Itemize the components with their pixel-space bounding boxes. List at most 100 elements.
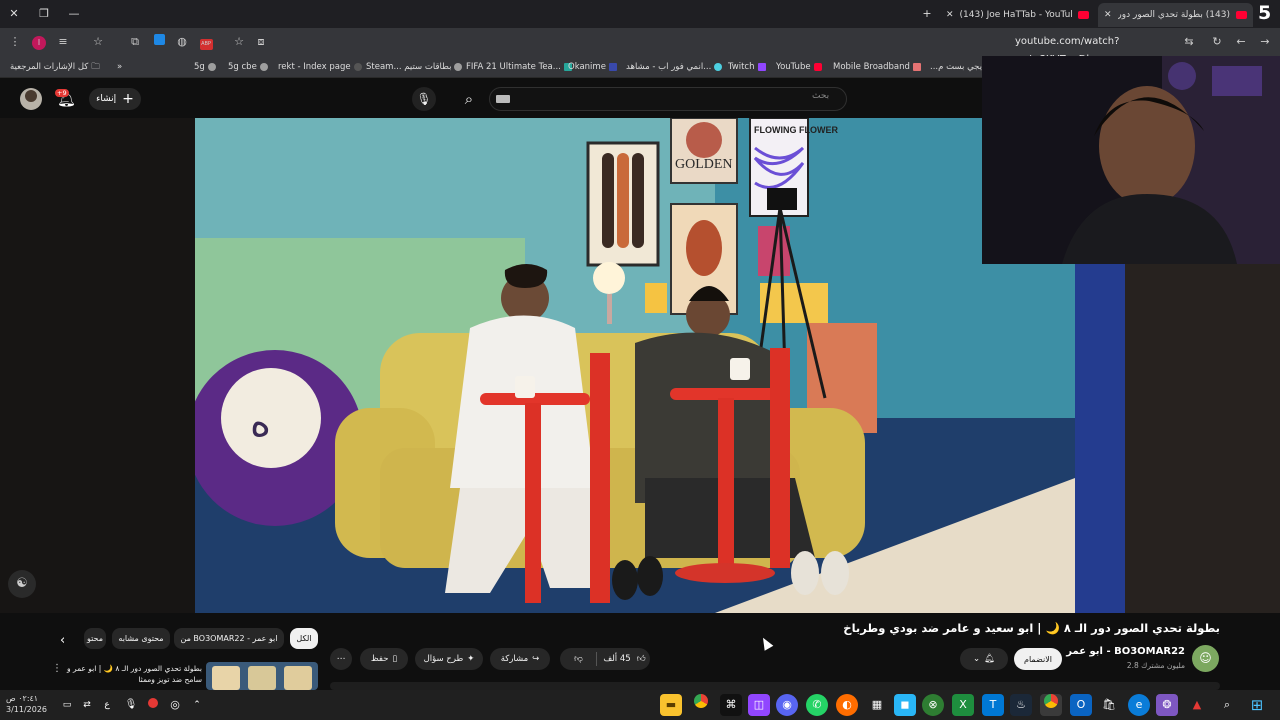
bookmark-item[interactable]: Okanime (568, 58, 617, 76)
close-tab-icon[interactable]: ✕ (946, 10, 954, 20)
bookmarks-more[interactable]: » (117, 58, 122, 76)
tray-expand-icon[interactable]: ⌃ (186, 694, 208, 716)
playlist-icon[interactable]: ≡ (54, 33, 72, 51)
language-indicator[interactable]: ع (96, 694, 118, 716)
discord-icon[interactable]: ◉ (776, 694, 798, 716)
bookmark-item[interactable]: ...ايجي بست م (930, 58, 984, 76)
all-bookmarks[interactable]: كل الإشارات المرجعية 🗀 (10, 58, 100, 76)
copilot-icon[interactable]: ❂ (1156, 694, 1178, 716)
share-icon: ↪ (532, 654, 540, 664)
edge-icon[interactable]: e (1128, 694, 1150, 716)
app-grid-icon[interactable]: ▦ (866, 694, 888, 716)
tab-joe-hattab[interactable]: ✕ (143) Joe HaTTab - YouTube (940, 3, 1095, 27)
notifications-icon[interactable]: ▭ (56, 694, 78, 716)
tray-app-icon[interactable]: ◎ (164, 694, 186, 716)
chrome-icon[interactable] (690, 694, 712, 716)
forward-icon[interactable]: → (1256, 33, 1274, 51)
chip-all[interactable]: الكل (290, 628, 318, 649)
back-icon[interactable]: ← (1232, 33, 1250, 51)
create-label: إنشاء (96, 94, 117, 104)
bookmark-item[interactable]: rekt - Index page (278, 58, 362, 76)
bookmark-item[interactable]: Mobile Broadband (833, 58, 921, 76)
related-title[interactable]: بطولة تحدي الصور دور الـ ٨ 🌙 | ابو عمر و… (64, 663, 202, 685)
create-button[interactable]: إنشاء + (89, 88, 141, 110)
keyboard-icon[interactable] (496, 95, 510, 103)
excel-icon[interactable]: X (952, 694, 974, 716)
more-actions-button[interactable]: ⋯ (330, 648, 352, 670)
mic-icon[interactable]: 🎙︎ (412, 87, 436, 111)
bookmark-item[interactable]: انمي فور اب - مشاهد... (626, 58, 723, 76)
bookmark-item[interactable]: 5g (194, 58, 216, 76)
address-bar[interactable]: youtube.com/watch?v=tq3KVZneDlc (1015, 33, 1180, 65)
reload-icon[interactable]: ↻ (1208, 33, 1226, 51)
search-input[interactable] (489, 87, 847, 111)
store-icon[interactable]: 🛍︎ (1098, 694, 1120, 716)
related-thumbnail[interactable] (206, 662, 318, 690)
extension-gray-icon[interactable]: ◍ (173, 33, 191, 51)
chrome-active-icon[interactable] (1040, 694, 1062, 716)
channel-avatar[interactable]: ☺ (1192, 645, 1219, 672)
dislike-icon[interactable]: 👎︎ (564, 654, 592, 664)
app-orange-icon[interactable]: ◐ (836, 694, 858, 716)
file-explorer-icon[interactable]: ▬ (660, 694, 682, 716)
ask-button[interactable]: طرح سؤال ✦ (415, 648, 483, 670)
teams-icon[interactable]: T (982, 694, 1004, 716)
tab-video[interactable]: ✕ (143) بطولة تحدي الصور دور... (1098, 3, 1253, 27)
menu-icon[interactable]: ⋮ (6, 33, 24, 51)
globe-icon (454, 63, 463, 71)
chip-from-channel[interactable]: من BO3OMAR22 - ابو عمر (174, 628, 284, 649)
bookmark-item[interactable]: Twitch (728, 58, 766, 76)
okanime-icon (608, 63, 617, 71)
network-icon[interactable]: ⇄ (76, 694, 98, 716)
twitch-app-icon[interactable]: ◫ (748, 694, 770, 716)
bookmark-item[interactable]: Steam... بطاقات ستيم (366, 58, 463, 76)
mic-tray-icon[interactable]: 🎙︎ (120, 694, 142, 716)
like-icon[interactable]: 👍︎ (637, 654, 646, 664)
close-window-icon[interactable]: ✕ (4, 4, 24, 24)
subscribed-bell-button[interactable]: ⌄ 🔔︎ (960, 648, 1008, 670)
chevron-left-icon[interactable]: ‹ (60, 633, 65, 648)
extensions-icon[interactable]: ⧉ (126, 33, 144, 51)
restore-window-icon[interactable]: ❐ (34, 4, 54, 24)
xbox-icon[interactable]: ⊗ (922, 694, 944, 716)
share-button[interactable]: مشاركة ↪ (490, 648, 550, 670)
bookmark-item[interactable]: YouTube (776, 58, 822, 76)
taskbar-clock[interactable]: ٠٢:٤١ ص 3/11/2026 (6, 693, 47, 715)
chip-more[interactable]: محتو (84, 628, 106, 649)
site-settings-icon[interactable]: ⇆ (1180, 33, 1198, 51)
new-tab-button[interactable]: + (917, 4, 937, 24)
chip-related[interactable]: محتوى مشابه (112, 628, 170, 649)
windows-start-icon[interactable]: ⊞ (1246, 694, 1268, 716)
site-icon (353, 63, 362, 71)
install-app-icon[interactable]: ⧈ (252, 33, 270, 51)
steam-icon[interactable]: ♨ (1010, 694, 1032, 716)
related-menu-icon[interactable]: ⋮ (52, 663, 62, 674)
profile-icon[interactable]: ا (30, 33, 48, 51)
search-taskbar-icon[interactable]: ⌕ (1216, 694, 1238, 716)
tray-red-icon[interactable] (142, 694, 164, 716)
channel-watermark-icon[interactable]: ☯ (8, 570, 36, 598)
whatsapp-icon[interactable]: ✆ (806, 694, 828, 716)
bookmark-item[interactable]: FIFA 21 Ultimate Tea... (466, 58, 572, 76)
horizontal-scrollbar[interactable] (330, 682, 1220, 690)
capcut-icon[interactable]: ⌘ (720, 694, 742, 716)
right-panel-background (1075, 264, 1280, 614)
adobe-icon[interactable]: ▲ (1186, 694, 1208, 716)
adblock-icon[interactable]: ABP (197, 33, 215, 51)
star-list-icon[interactable]: ☆ (89, 33, 107, 51)
video-player[interactable]: GOLDEN FLOWING FLOWER ه (195, 118, 1075, 613)
close-tab-icon[interactable]: ✕ (1104, 10, 1112, 20)
extension-blue-icon[interactable] (150, 33, 168, 51)
bookmark-star-icon[interactable]: ☆ (230, 33, 248, 51)
app-blue-icon[interactable]: ◼ (894, 694, 916, 716)
video-title: بطولة تحدي الصور دور الـ ٨ 🌙 | ابو سعيد … (843, 621, 1220, 635)
avatar[interactable] (20, 88, 42, 110)
like-dislike-group: 👎︎ 45 ألف 👍︎ (560, 648, 650, 670)
bookmark-item[interactable]: 5g cbe (228, 58, 268, 76)
search-icon[interactable]: ⌕ (455, 86, 483, 112)
minimize-window-icon[interactable]: — (64, 4, 84, 24)
outlook-icon[interactable]: O (1070, 694, 1092, 716)
channel-name[interactable]: ابو عمر - BO3OMAR22 (1066, 646, 1185, 657)
join-button[interactable]: الانضمام (1014, 648, 1062, 670)
save-button[interactable]: حفظ ▯ (360, 648, 408, 670)
